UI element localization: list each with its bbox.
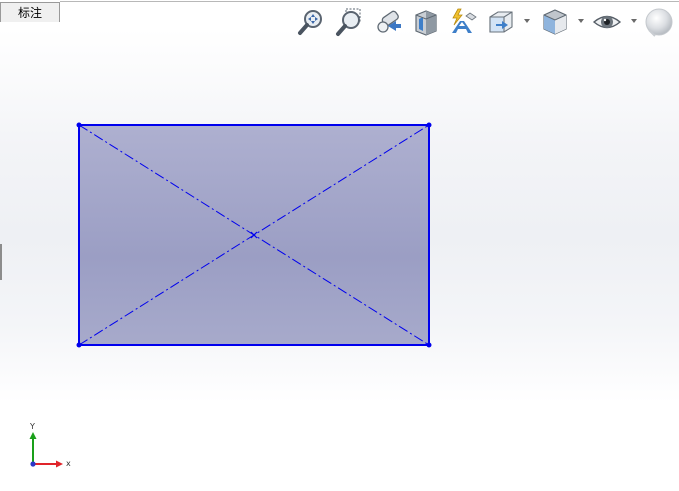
dynamic-annotation-icon — [452, 8, 477, 33]
hide-show-dropdown-caret[interactable] — [631, 19, 637, 23]
zoom-to-area-icon — [336, 8, 361, 36]
section-view-icon — [415, 10, 437, 36]
hide-show-items-button[interactable] — [591, 5, 623, 39]
view-orientation-dropdown-caret[interactable] — [524, 19, 530, 23]
corner-point-bottom-left[interactable] — [76, 342, 82, 348]
eye-icon — [592, 15, 622, 29]
view-orientation-button[interactable] — [485, 5, 517, 39]
reference-triad: Y x — [29, 422, 71, 468]
triad-y-label: Y — [29, 422, 35, 431]
tab-annotation[interactable]: 标注 — [0, 2, 60, 22]
zoom-to-area-button[interactable] — [333, 5, 365, 39]
edit-appearance-button[interactable] — [643, 5, 675, 39]
appearance-sphere-icon — [645, 8, 673, 37]
display-style-icon — [543, 9, 567, 35]
dynamic-annotation-views-button[interactable] — [447, 5, 479, 39]
view-orientation-icon — [489, 11, 513, 33]
sketch-canvas — [76, 122, 432, 348]
triad-origin — [30, 461, 36, 467]
display-style-dropdown-caret[interactable] — [578, 19, 584, 23]
section-view-button[interactable] — [409, 5, 441, 39]
corner-point-top-left[interactable] — [76, 122, 82, 128]
triad-x-arrow — [56, 460, 63, 468]
triad-y-arrow — [29, 432, 37, 439]
feature-manager-collapse-handle[interactable] — [0, 244, 2, 280]
previous-view-icon — [377, 10, 401, 33]
zoom-to-fit-icon — [298, 10, 322, 35]
previous-view-button[interactable] — [373, 5, 405, 39]
triad-x-label: x — [66, 459, 71, 468]
corner-point-bottom-right[interactable] — [426, 342, 432, 348]
center-point[interactable] — [250, 231, 258, 239]
tab-strip-divider — [60, 1, 679, 2]
corner-point-top-right[interactable] — [426, 122, 432, 128]
zoom-to-fit-button[interactable] — [295, 5, 327, 39]
display-style-button[interactable] — [539, 5, 571, 39]
